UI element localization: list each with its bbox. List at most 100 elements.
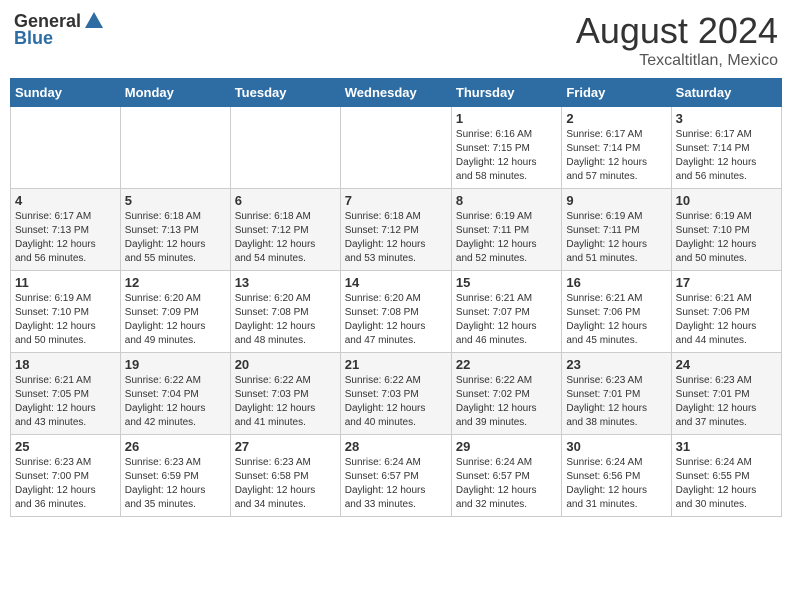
calendar-cell-5: 2Sunrise: 6:17 AM Sunset: 7:14 PM Daylig… bbox=[562, 107, 671, 189]
day-info: Sunrise: 6:17 AM Sunset: 7:14 PM Dayligh… bbox=[566, 128, 666, 184]
calendar-cell-20: 17Sunrise: 6:21 AM Sunset: 7:06 PM Dayli… bbox=[671, 271, 781, 353]
calendar-cell-15: 12 Sunrise: 6:20 AM Sunset: 7:09 PM Dayli… bbox=[120, 271, 230, 353]
day-number: 7 bbox=[345, 193, 447, 208]
day-info: Sunrise: 6:17 AM Sunset: 7:14 PM Dayligh… bbox=[676, 128, 777, 184]
calendar-week-4: 18Sunrise: 6:21 AM Sunset: 7:05 PM Dayli… bbox=[11, 353, 782, 435]
header-tuesday: Tuesday bbox=[230, 79, 340, 107]
logo: General Blue bbox=[14, 10, 105, 49]
calendar-cell-3 bbox=[340, 107, 451, 189]
day-info: Sunrise: 6:23 AM Sunset: 7:01 PM Dayligh… bbox=[566, 374, 666, 430]
day-number: 22 bbox=[456, 357, 557, 372]
header-sunday: Sunday bbox=[11, 79, 121, 107]
calendar-cell-13: 10 Sunrise: 6:19 AM Sunset: 7:10 PM Dayli… bbox=[671, 189, 781, 271]
day-info: Sunrise: 6:17 AM Sunset: 7:13 PM Dayligh… bbox=[15, 210, 116, 266]
day-info: Sunrise: 6:21 AM Sunset: 7:07 PM Dayligh… bbox=[456, 292, 557, 348]
title-section: August 2024 Texcaltitlan, Mexico bbox=[576, 10, 778, 70]
day-number: 19 bbox=[125, 357, 226, 372]
day-info: Sunrise: 6:20 AM Sunset: 7:09 PM Dayligh… bbox=[125, 292, 226, 348]
header-friday: Friday bbox=[562, 79, 671, 107]
calendar-cell-19: 16Sunrise: 6:21 AM Sunset: 7:06 PM Dayli… bbox=[562, 271, 671, 353]
day-number: 1 bbox=[456, 111, 557, 126]
day-number: 24 bbox=[676, 357, 777, 372]
calendar-cell-18: 15 Sunrise: 6:21 AM Sunset: 7:07 PM Dayli… bbox=[451, 271, 561, 353]
day-info: Sunrise: 6:24 AM Sunset: 6:56 PM Dayligh… bbox=[566, 456, 666, 512]
calendar-cell-21: 18Sunrise: 6:21 AM Sunset: 7:05 PM Dayli… bbox=[11, 353, 121, 435]
day-info: Sunrise: 6:22 AM Sunset: 7:03 PM Dayligh… bbox=[235, 374, 336, 430]
day-info: Sunrise: 6:18 AM Sunset: 7:12 PM Dayligh… bbox=[345, 210, 447, 266]
day-info: Sunrise: 6:16 AM Sunset: 7:15 PM Dayligh… bbox=[456, 128, 557, 184]
calendar-cell-26: 23 Sunrise: 6:23 AM Sunset: 7:01 PM Dayli… bbox=[562, 353, 671, 435]
day-info: Sunrise: 6:24 AM Sunset: 6:57 PM Dayligh… bbox=[456, 456, 557, 512]
day-info: Sunrise: 6:19 AM Sunset: 7:11 PM Dayligh… bbox=[566, 210, 666, 266]
calendar-week-3: 11 Sunrise: 6:19 AM Sunset: 7:10 PM Dayli… bbox=[11, 271, 782, 353]
day-number: 20 bbox=[235, 357, 336, 372]
day-number: 12 bbox=[125, 275, 226, 290]
day-info: Sunrise: 6:19 AM Sunset: 7:11 PM Dayligh… bbox=[456, 210, 557, 266]
day-number: 6 bbox=[235, 193, 336, 208]
day-number: 14 bbox=[345, 275, 447, 290]
day-info: Sunrise: 6:18 AM Sunset: 7:13 PM Dayligh… bbox=[125, 210, 226, 266]
calendar-cell-8: 5 Sunrise: 6:18 AM Sunset: 7:13 PM Daylig… bbox=[120, 189, 230, 271]
calendar-table: Sunday Monday Tuesday Wednesday Thursday… bbox=[10, 78, 782, 517]
calendar-cell-14: 11 Sunrise: 6:19 AM Sunset: 7:10 PM Dayli… bbox=[11, 271, 121, 353]
day-number: 4 bbox=[15, 193, 116, 208]
day-number: 10 bbox=[676, 193, 777, 208]
day-number: 26 bbox=[125, 439, 226, 454]
day-info: Sunrise: 6:24 AM Sunset: 6:57 PM Dayligh… bbox=[345, 456, 447, 512]
day-info: Sunrise: 6:21 AM Sunset: 7:06 PM Dayligh… bbox=[566, 292, 666, 348]
calendar-cell-16: 13Sunrise: 6:20 AM Sunset: 7:08 PM Dayli… bbox=[230, 271, 340, 353]
calendar-cell-17: 14Sunrise: 6:20 AM Sunset: 7:08 PM Dayli… bbox=[340, 271, 451, 353]
calendar-cell-2 bbox=[230, 107, 340, 189]
calendar-week-2: 4 Sunrise: 6:17 AM Sunset: 7:13 PM Daylig… bbox=[11, 189, 782, 271]
calendar-week-5: 25 Sunrise: 6:23 AM Sunset: 7:00 PM Dayli… bbox=[11, 435, 782, 517]
day-number: 27 bbox=[235, 439, 336, 454]
header-wednesday: Wednesday bbox=[340, 79, 451, 107]
calendar-week-1: 1 Sunrise: 6:16 AM Sunset: 7:15 PM Daylig… bbox=[11, 107, 782, 189]
calendar-cell-25: 22 Sunrise: 6:22 AM Sunset: 7:02 PM Dayli… bbox=[451, 353, 561, 435]
day-number: 29 bbox=[456, 439, 557, 454]
day-info: Sunrise: 6:23 AM Sunset: 6:58 PM Dayligh… bbox=[235, 456, 336, 512]
header-monday: Monday bbox=[120, 79, 230, 107]
calendar-cell-0 bbox=[11, 107, 121, 189]
calendar-cell-22: 19 Sunrise: 6:22 AM Sunset: 7:04 PM Dayli… bbox=[120, 353, 230, 435]
day-info: Sunrise: 6:19 AM Sunset: 7:10 PM Dayligh… bbox=[676, 210, 777, 266]
calendar-cell-12: 9 Sunrise: 6:19 AM Sunset: 7:11 PM Daylig… bbox=[562, 189, 671, 271]
day-number: 21 bbox=[345, 357, 447, 372]
header-saturday: Saturday bbox=[671, 79, 781, 107]
month-year-title: August 2024 bbox=[576, 10, 778, 52]
day-number: 13 bbox=[235, 275, 336, 290]
calendar-cell-28: 25 Sunrise: 6:23 AM Sunset: 7:00 PM Dayli… bbox=[11, 435, 121, 517]
day-number: 23 bbox=[566, 357, 666, 372]
day-info: Sunrise: 6:22 AM Sunset: 7:04 PM Dayligh… bbox=[125, 374, 226, 430]
calendar-cell-29: 26Sunrise: 6:23 AM Sunset: 6:59 PM Dayli… bbox=[120, 435, 230, 517]
day-number: 25 bbox=[15, 439, 116, 454]
day-info: Sunrise: 6:23 AM Sunset: 7:00 PM Dayligh… bbox=[15, 456, 116, 512]
logo-icon bbox=[83, 10, 105, 32]
calendar-cell-1 bbox=[120, 107, 230, 189]
header-thursday: Thursday bbox=[451, 79, 561, 107]
day-number: 9 bbox=[566, 193, 666, 208]
day-number: 8 bbox=[456, 193, 557, 208]
calendar-cell-4: 1 Sunrise: 6:16 AM Sunset: 7:15 PM Daylig… bbox=[451, 107, 561, 189]
calendar-cell-32: 29 Sunrise: 6:24 AM Sunset: 6:57 PM Dayli… bbox=[451, 435, 561, 517]
day-info: Sunrise: 6:22 AM Sunset: 7:03 PM Dayligh… bbox=[345, 374, 447, 430]
calendar-cell-10: 7 Sunrise: 6:18 AM Sunset: 7:12 PM Daylig… bbox=[340, 189, 451, 271]
day-info: Sunrise: 6:22 AM Sunset: 7:02 PM Dayligh… bbox=[456, 374, 557, 430]
day-number: 30 bbox=[566, 439, 666, 454]
calendar-cell-34: 31 Sunrise: 6:24 AM Sunset: 6:55 PM Dayli… bbox=[671, 435, 781, 517]
day-number: 11 bbox=[15, 275, 116, 290]
day-number: 15 bbox=[456, 275, 557, 290]
logo-blue: Blue bbox=[14, 28, 53, 49]
calendar-cell-27: 24Sunrise: 6:23 AM Sunset: 7:01 PM Dayli… bbox=[671, 353, 781, 435]
day-number: 18 bbox=[15, 357, 116, 372]
calendar-header-row: Sunday Monday Tuesday Wednesday Thursday… bbox=[11, 79, 782, 107]
calendar-cell-11: 8 Sunrise: 6:19 AM Sunset: 7:11 PM Daylig… bbox=[451, 189, 561, 271]
day-number: 5 bbox=[125, 193, 226, 208]
calendar-cell-9: 6Sunrise: 6:18 AM Sunset: 7:12 PM Daylig… bbox=[230, 189, 340, 271]
day-number: 28 bbox=[345, 439, 447, 454]
day-info: Sunrise: 6:24 AM Sunset: 6:55 PM Dayligh… bbox=[676, 456, 777, 512]
day-info: Sunrise: 6:19 AM Sunset: 7:10 PM Dayligh… bbox=[15, 292, 116, 348]
day-number: 31 bbox=[676, 439, 777, 454]
calendar-cell-33: 30 Sunrise: 6:24 AM Sunset: 6:56 PM Dayli… bbox=[562, 435, 671, 517]
location-subtitle: Texcaltitlan, Mexico bbox=[576, 52, 778, 70]
